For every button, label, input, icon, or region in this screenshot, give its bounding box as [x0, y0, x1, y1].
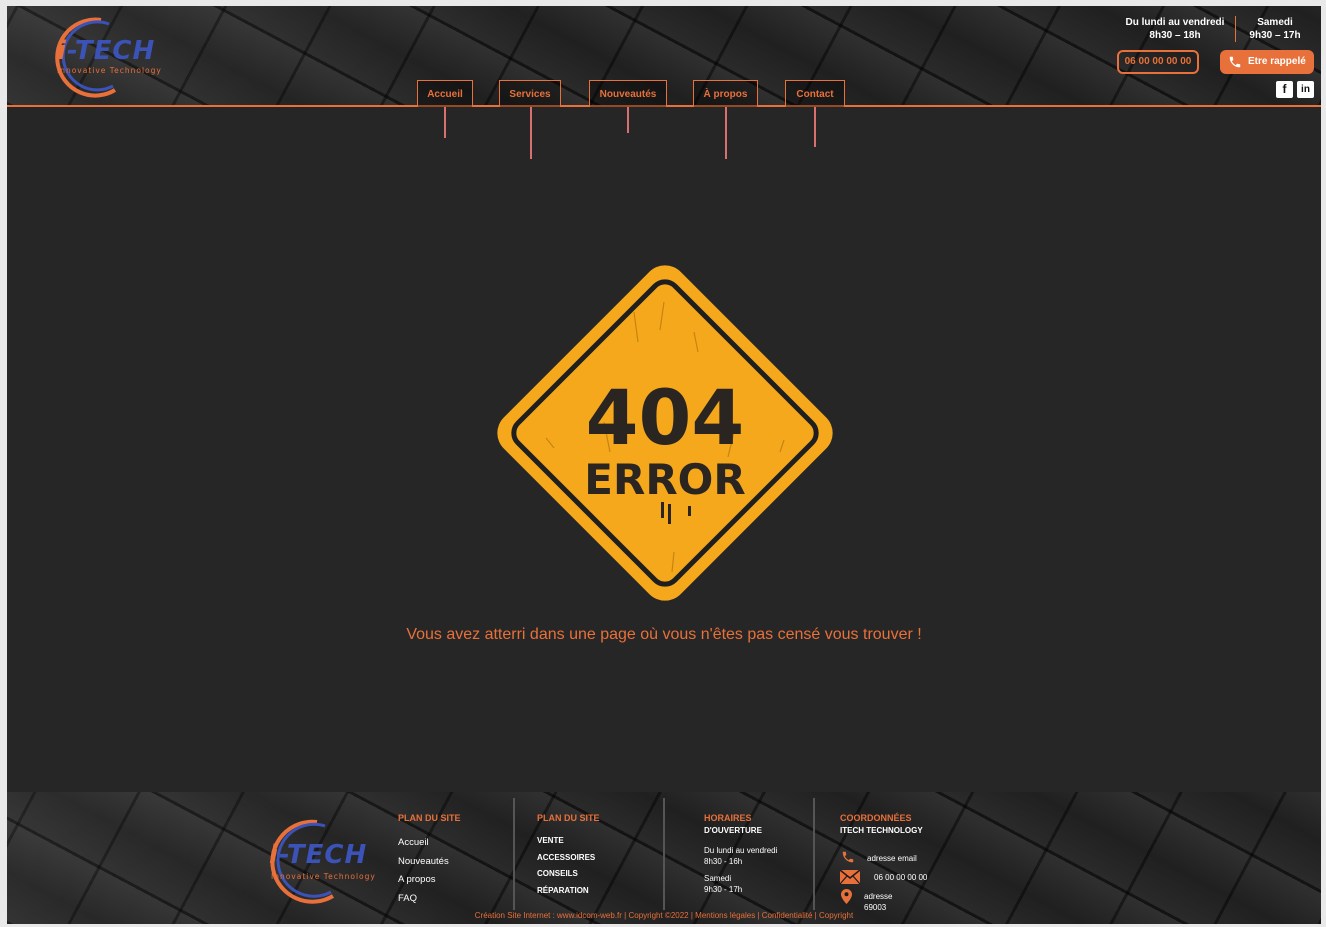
phone-button[interactable]: 06 00 00 00 00	[1117, 50, 1199, 74]
sitemap-2-heading: PLAN DU SITE	[537, 813, 600, 823]
copyright-bar: Création Site Internet : www.idcom-web.f…	[474, 911, 854, 920]
site-logo[interactable]: i-TECH Innovative Technology	[39, 16, 167, 98]
contact-subheading: ITECH TECHNOLOGY	[840, 826, 923, 835]
contact-email[interactable]: adresse email	[867, 854, 917, 863]
nav-nouveautes[interactable]: Nouveautés	[589, 80, 667, 107]
creation-link[interactable]: Création Site Internet : www.idcom-web.f…	[475, 911, 622, 920]
footer-link-conseils[interactable]: CONSEILS	[537, 866, 600, 883]
phone-icon	[1229, 56, 1241, 68]
page-frame: i-TECH Innovative Technology Accueil Ser…	[7, 6, 1321, 924]
footer-sitemap-2: PLAN DU SITE VENTE ACCESSOIRES CONSEILS …	[537, 812, 600, 899]
hours-weekdays-time: 8h30 – 18h	[1149, 30, 1201, 41]
header-hours-saturday: Samedi 9h30 – 17h	[1243, 16, 1307, 42]
sitemap-1-heading: PLAN DU SITE	[398, 813, 461, 823]
hours-separator	[1235, 16, 1236, 42]
hours-saturday-label: Samedi	[1257, 17, 1293, 28]
privacy-link[interactable]: Confidentialité	[762, 911, 813, 920]
footer-logo-text: i-TECH	[269, 840, 368, 870]
footer-hours-weekdays-label: Du lundi au vendredi	[704, 846, 778, 855]
footer-logo[interactable]: i-TECH Innovative Technology	[255, 818, 383, 904]
footer-hours-saturday-label: Samedi	[704, 874, 732, 883]
footer-separator	[813, 798, 815, 910]
footer-hours: HORAIRES D'OUVERTURE Du lundi au vendred…	[704, 812, 777, 895]
footer-link-vente[interactable]: VENTE	[537, 833, 600, 850]
mail-icon	[840, 870, 860, 884]
linkedin-icon[interactable]: in	[1297, 81, 1314, 98]
hours-saturday-time: 9h30 – 17h	[1249, 30, 1301, 41]
callback-label: Etre rappelé	[1248, 56, 1306, 67]
footer-link-reparation[interactable]: RÉPARATION	[537, 883, 600, 900]
footer-link-accueil[interactable]: Accueil	[398, 834, 461, 853]
nav-connector-accueil	[444, 107, 446, 138]
location-pin-icon	[841, 889, 852, 904]
hours-weekdays-label: Du lundi au vendredi	[1125, 17, 1225, 28]
hours-subheading: D'OUVERTURE	[704, 826, 762, 835]
footer-separator	[513, 798, 515, 910]
footer-link-a-propos[interactable]: A propos	[398, 871, 461, 890]
sign-number: 404	[586, 373, 745, 462]
sign-word: ERROR	[584, 455, 745, 504]
footer-hours-weekdays-time: 8h30 - 16h	[704, 857, 743, 866]
contact-heading: COORDONNÉES	[840, 813, 912, 823]
footer-link-faq[interactable]: FAQ	[398, 890, 461, 909]
footer-link-accessoires[interactable]: ACCESSOIRES	[537, 850, 600, 867]
nav-contact[interactable]: Contact	[785, 80, 845, 107]
error-404-sign: 404 ERROR	[497, 265, 833, 601]
nav-connector-nouveautes	[627, 107, 629, 133]
facebook-icon[interactable]: f	[1276, 81, 1293, 98]
copyright-year: Copyright ©2022	[628, 911, 689, 920]
footer-hours-saturday-time: 9h30 - 17h	[704, 885, 743, 894]
site-header: i-TECH Innovative Technology Accueil Ser…	[7, 6, 1321, 107]
error-message: Vous avez atterri dans une page où vous …	[406, 626, 922, 643]
nav-services[interactable]: Services	[499, 80, 561, 107]
legal-link[interactable]: Mentions légales	[695, 911, 755, 920]
callback-button[interactable]: Etre rappelé	[1220, 50, 1314, 74]
contact-phone[interactable]: 06 00 00 00 00	[874, 873, 927, 882]
nav-connector-services	[530, 107, 532, 159]
logo-text: i-TECH	[57, 36, 156, 66]
nav-accueil[interactable]: Accueil	[417, 80, 473, 107]
phone-icon	[842, 851, 854, 863]
nav-a-propos[interactable]: À propos	[693, 80, 758, 107]
address-line-1: adresse	[864, 892, 893, 901]
nav-connector-contact	[814, 107, 816, 147]
footer-sitemap-1: PLAN DU SITE Accueil Nouveautés A propos…	[398, 812, 461, 908]
logo-subtitle: Innovative Technology	[57, 66, 162, 75]
footer-separator	[663, 798, 665, 910]
header-hours-weekdays: Du lundi au vendredi 8h30 – 18h	[1121, 16, 1229, 42]
hours-heading: HORAIRES	[704, 813, 752, 823]
copyright-link[interactable]: Copyright	[819, 911, 853, 920]
nav-connector-a-propos	[725, 107, 727, 159]
footer-contact: COORDONNÉES ITECH TECHNOLOGY	[840, 812, 923, 837]
footer-logo-subtitle: Innovative Technology	[271, 872, 376, 881]
site-footer: i-TECH Innovative Technology PLAN DU SIT…	[7, 792, 1321, 924]
contact-address: adresse 69003	[864, 891, 892, 913]
footer-link-nouveautes[interactable]: Nouveautés	[398, 853, 461, 872]
